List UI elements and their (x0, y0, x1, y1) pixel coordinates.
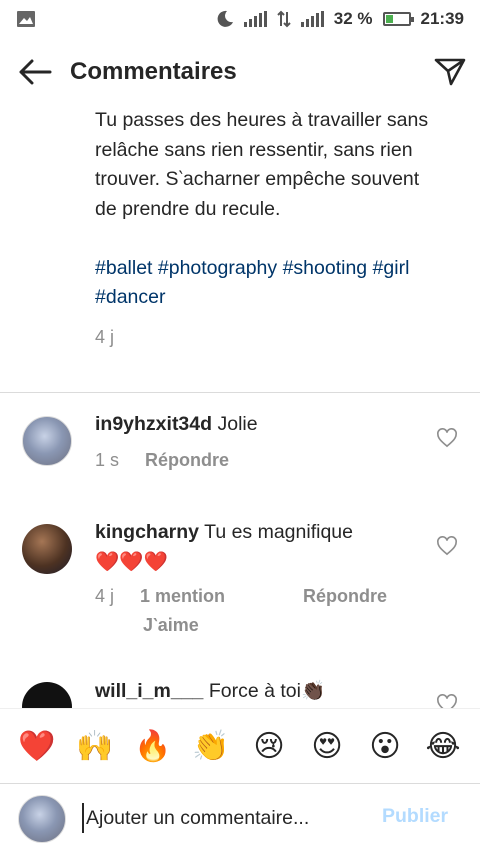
page-title: Commentaires (70, 58, 237, 85)
comment-body: kingcharny Tu es magnifique ❤️❤️❤️ (95, 518, 415, 577)
comment-text: Tu es magnifique (204, 521, 353, 543)
battery-icon (382, 12, 414, 26)
avatar[interactable] (22, 524, 72, 574)
header: Commentaires (0, 44, 480, 100)
emoji-surprised-button[interactable]: 😮 (363, 724, 407, 768)
caption-hashtags[interactable]: #ballet #photography #shooting #girl #da… (95, 254, 435, 313)
divider (0, 392, 480, 393)
reply-button[interactable]: Répondre (303, 586, 387, 607)
paper-plane-icon[interactable] (434, 57, 466, 87)
send-button[interactable] (420, 44, 480, 100)
comment-body: in9yhzxit34d Jolie (95, 410, 415, 439)
post-caption: Tu passes des heures à travailler sans r… (95, 106, 435, 352)
comment-username[interactable]: in9yhzxit34d (95, 413, 212, 435)
post-button[interactable]: Publier (382, 805, 448, 828)
comment-username[interactable]: will_i_m___ (95, 680, 203, 702)
signal-icon (243, 11, 267, 27)
emoji-fire-button[interactable]: 🔥 (131, 724, 175, 768)
comment-age: 1 s (95, 450, 120, 470)
moon-icon (217, 10, 233, 27)
status-bar: 32 % 21:39 (0, 0, 480, 38)
comment-composer: Publier (0, 785, 480, 854)
comment-meta-row2: J‵aime (143, 615, 199, 636)
avatar (18, 795, 66, 843)
reply-button[interactable]: Répondre (145, 450, 229, 471)
comment-body: will_i_m___ Force à toi👏🏿 (95, 676, 415, 706)
like-count-link[interactable]: J‵aime (143, 615, 199, 636)
comment-input[interactable] (82, 803, 352, 833)
comment-age: 4 j (95, 586, 115, 606)
emoji-reaction-bar: ❤️ 🙌 🔥 👏 😢 😍 😮 😂 (0, 708, 480, 784)
comment-emoji: ❤️❤️❤️ (95, 550, 168, 573)
battery-percent: 32 % (333, 9, 373, 28)
caption-age: 4 j (95, 326, 115, 347)
comment-meta: 4 j 1 mention Répondre (95, 586, 387, 607)
image-icon (17, 11, 35, 27)
emoji-heart-button[interactable]: ❤️ (15, 724, 59, 768)
comment-text: Jolie (217, 413, 258, 435)
battery-level (385, 15, 394, 23)
emoji-clap-button[interactable]: 👏 (189, 724, 233, 768)
data-arrows-icon (277, 10, 291, 28)
emoji-heart-eyes-button[interactable]: 😍 (305, 724, 349, 768)
comment-meta: 1 s Répondre (95, 450, 229, 471)
avatar[interactable] (22, 416, 72, 466)
arrow-left-icon[interactable] (18, 59, 52, 85)
hplus-signal-icon (300, 11, 324, 27)
emoji-raised-hands-button[interactable]: 🙌 (73, 724, 117, 768)
comment-username[interactable]: kingcharny (95, 521, 199, 543)
heart-icon[interactable] (436, 428, 458, 448)
status-time: 21:39 (420, 9, 464, 28)
comment-emoji: 👏🏿 (300, 679, 326, 702)
emoji-crying-button[interactable]: 😢 (247, 724, 291, 768)
heart-icon[interactable] (436, 536, 458, 556)
comment-text: Force à toi (208, 680, 301, 702)
back-button[interactable] (0, 44, 70, 100)
emoji-laughing-button[interactable]: 😂 (421, 724, 465, 768)
caption-text: Tu passes des heures à travailler sans r… (95, 109, 429, 220)
mentions-link[interactable]: 1 mention (140, 586, 225, 607)
